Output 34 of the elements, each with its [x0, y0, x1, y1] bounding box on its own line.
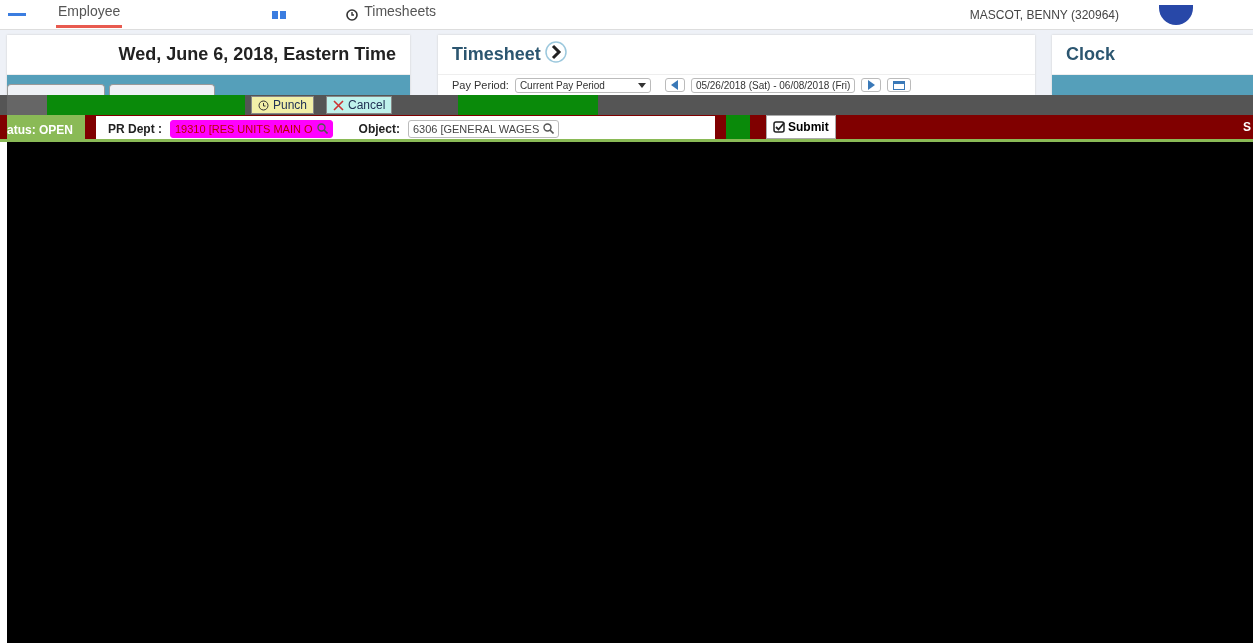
- cancel-button[interactable]: Cancel: [326, 96, 393, 114]
- grid-icon[interactable]: [272, 10, 287, 19]
- calendar-icon: [893, 80, 906, 90]
- avatar-icon[interactable]: [1159, 4, 1193, 25]
- field-label: PR Dept :: [108, 121, 162, 136]
- timesheet-title: Timesheet: [452, 44, 541, 65]
- check-icon: [773, 121, 785, 133]
- column-header: S: [1243, 120, 1252, 134]
- date-range-field[interactable]: 05/26/2018 (Sat) - 06/08/2018 (Fri): [690, 77, 856, 93]
- tab[interactable]: [7, 84, 105, 95]
- search-icon[interactable]: [543, 123, 555, 134]
- clock-title: Clock: [1066, 44, 1116, 65]
- nav-tab[interactable]: Timesheets: [362, 1, 439, 28]
- pay-period-label: Pay Period:: [452, 79, 509, 91]
- user-name[interactable]: MASCOT, BENNY (320964): [969, 7, 1119, 22]
- toolbar-block: [7, 95, 47, 115]
- status-label: atus: OPEN: [7, 115, 85, 139]
- submit-button[interactable]: Submit: [766, 115, 836, 139]
- punch-button[interactable]: Punch: [251, 96, 315, 114]
- calendar-button[interactable]: [887, 78, 912, 92]
- previous-button[interactable]: [664, 78, 685, 92]
- clock-icon: [258, 99, 269, 111]
- tab[interactable]: [109, 84, 215, 95]
- clock-icon: [346, 8, 359, 21]
- date-title: Wed, June 6, 2018, Eastern Time: [118, 44, 396, 65]
- nav-tab[interactable]: Employee: [56, 1, 123, 28]
- close-icon: [333, 99, 345, 111]
- next-icon: [867, 80, 876, 90]
- lookup-field[interactable]: 6306 [GENERAL WAGES: [407, 119, 560, 138]
- separator-block: [726, 115, 750, 139]
- previous-icon: [670, 80, 679, 90]
- next-button[interactable]: [861, 78, 882, 92]
- pay-period-select[interactable]: Current Pay Period: [514, 77, 651, 93]
- field-label: Object:: [358, 121, 400, 136]
